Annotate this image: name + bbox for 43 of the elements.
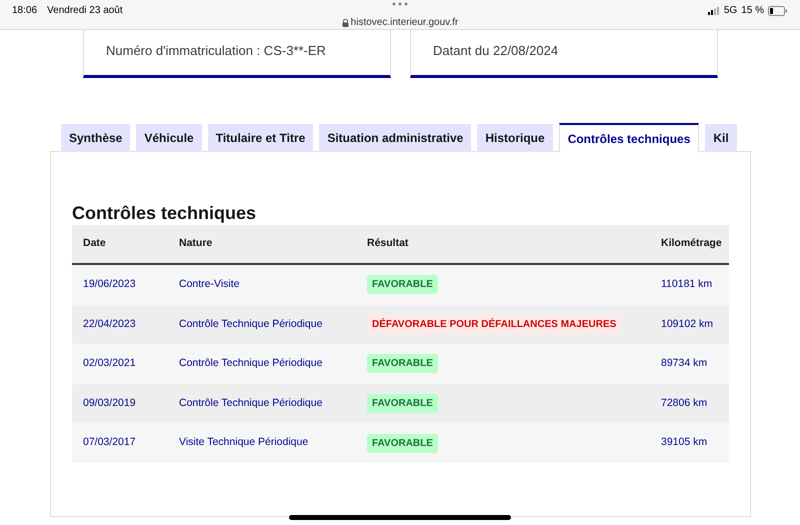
column-header: Kilométrage	[661, 236, 723, 252]
column-header: Date	[83, 236, 107, 252]
tab[interactable]: Historique	[477, 124, 553, 152]
column-header: Nature	[179, 236, 214, 252]
lock-icon	[342, 18, 349, 26]
tab[interactable]: Synthèse	[61, 124, 130, 152]
table-cell-text: 22/04/2023	[83, 316, 137, 332]
card-text: Datant du 22/08/2024	[433, 43, 558, 58]
table-cell-text: 07/03/2017	[83, 435, 137, 450]
tab[interactable]: Titulaire et Titre	[208, 124, 314, 152]
table-cell-text: Contrôle Technique Périodique	[179, 356, 324, 372]
battery-text: 15 %	[741, 4, 764, 18]
result-badge: FAVORABLE	[367, 354, 438, 374]
clock-time: 18:06	[12, 4, 38, 18]
result-badge: DÉFAVORABLE POUR DÉFAILLANCES MAJEURES	[367, 314, 622, 334]
table-cell-text: Contrôle Technique Périodique	[179, 396, 324, 411]
date-text: Vendredi 23 août	[47, 4, 123, 18]
table-cell-text: Visite Technique Périodique	[179, 435, 310, 450]
result-badge: FAVORABLE	[367, 394, 438, 414]
result-badge: FAVORABLE	[367, 275, 438, 294]
table-cell-text: 02/03/2021	[83, 356, 137, 372]
table-cell-text: 39105 km	[661, 435, 708, 450]
table-cell-text: 110181 km	[661, 276, 714, 292]
signal-icon	[708, 6, 720, 14]
section-title: Contrôles techniques	[72, 202, 258, 224]
tab[interactable]: Situation administrative	[319, 124, 472, 152]
network-text: 5G	[724, 4, 738, 18]
table-cell-text: 72806 km	[661, 396, 708, 411]
result-badge: FAVORABLE	[367, 434, 438, 453]
card-text: Numéro d'immatriculation : CS-3**-ER	[106, 43, 326, 58]
table-cell-text: 89734 km	[661, 356, 708, 372]
table-cell-text: Contrôle Technique Périodique	[179, 316, 324, 332]
battery-icon	[768, 6, 788, 16]
dots-icon[interactable]	[392, 2, 408, 6]
tab[interactable]: Véhicule	[136, 124, 202, 152]
url-text[interactable]: histovec.interieur.gouv.fr	[350, 15, 458, 30]
table-cell-text: 109102 km	[661, 316, 714, 332]
table-cell-text: 09/03/2019	[83, 396, 137, 411]
tab[interactable]: Contrôles techniques	[558, 123, 700, 152]
table-cell-text: Contre-Visite	[179, 276, 240, 292]
tab[interactable]: Kil	[705, 124, 737, 152]
column-header: Résultat	[367, 236, 410, 252]
table-cell-text: 19/06/2023	[83, 276, 137, 292]
